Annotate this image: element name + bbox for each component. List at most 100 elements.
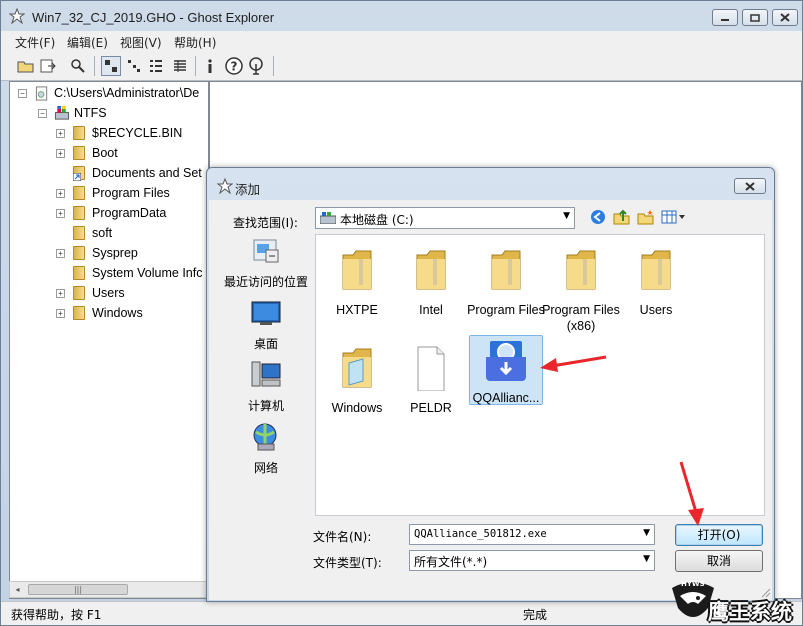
toolbar: ? (1, 51, 802, 81)
tree-root[interactable]: − C:\Users\Administrator\De (10, 84, 208, 104)
up-folder-button[interactable] (613, 208, 631, 226)
view-menu-button[interactable] (661, 208, 687, 226)
list-view-button[interactable] (147, 57, 165, 75)
small-icons-button[interactable] (125, 57, 143, 75)
tree-item[interactable]: + $RECYCLE.BIN (10, 124, 208, 144)
expand-toggle[interactable]: + (56, 309, 65, 318)
desktop-icon (251, 301, 281, 325)
recent-places-icon (253, 239, 279, 263)
tree-item[interactable]: + Users (10, 284, 208, 304)
folder-tree[interactable]: − C:\Users\Administrator\De − NTFS + $RE… (9, 81, 209, 599)
large-icons-button[interactable] (101, 56, 121, 76)
close-window-button[interactable] (772, 9, 798, 26)
add-dialog: 添加 查找范围(I): 本地磁盘 (C:) ▼ 最近访问的位置 桌面 计算机 网… (206, 167, 775, 602)
place-desktop[interactable]: 桌面 (218, 298, 314, 352)
menu-view[interactable]: 视图(V) (120, 34, 162, 51)
tree-item-label: Windows (92, 306, 143, 320)
extract-button[interactable] (39, 57, 57, 75)
tree-item[interactable]: soft (10, 224, 208, 244)
expand-toggle[interactable]: + (56, 289, 65, 298)
folder-icon (73, 266, 89, 281)
back-button[interactable] (589, 208, 607, 226)
tree-item-label: $RECYCLE.BIN (92, 126, 183, 140)
file-item[interactable]: HXTPE (318, 241, 396, 318)
scroll-thumb[interactable]: ||| (28, 584, 128, 595)
tree-root-label: C:\Users\Administrator\De (54, 86, 200, 100)
volume-icon (54, 106, 70, 120)
extract-icon (40, 59, 56, 73)
tree-item-label: Documents and Set (92, 166, 202, 180)
find-button[interactable] (69, 57, 87, 75)
tree-item-label: Program Files (92, 186, 170, 200)
image-file-icon (35, 86, 48, 101)
place-recent[interactable]: 最近访问的位置 (218, 236, 314, 290)
tree-item-label: soft (92, 226, 113, 240)
dialog-close-button[interactable] (734, 178, 766, 194)
computer-icon (251, 361, 281, 387)
place-label: 最近访问的位置 (223, 275, 308, 289)
collapse-toggle[interactable]: − (18, 89, 27, 98)
tree-item-label: Sysprep (92, 246, 138, 260)
details-view-button[interactable] (171, 57, 189, 75)
file-item[interactable]: Program Files (467, 241, 545, 318)
expand-toggle[interactable]: + (56, 249, 65, 258)
new-folder-button[interactable] (637, 208, 655, 226)
scroll-left-icon[interactable]: ◂ (12, 584, 23, 595)
file-item[interactable]: Windows (318, 339, 396, 416)
tree-item[interactable]: + Sysprep (10, 244, 208, 264)
tree-volume-label: NTFS (74, 106, 107, 120)
tree-item-label: Users (92, 286, 125, 300)
file-label: QQAllianc... (472, 391, 540, 405)
tree-volume[interactable]: − NTFS (10, 104, 208, 124)
menu-help[interactable]: 帮助(H) (174, 34, 216, 51)
details-view-icon (174, 60, 186, 72)
close-icon (780, 13, 790, 22)
folder-icon (73, 306, 89, 321)
file-label: Program Files (467, 303, 545, 317)
file-item[interactable]: Program Files (x86) (542, 241, 620, 334)
file-item[interactable]: Intel (392, 241, 470, 318)
context-help-button[interactable] (247, 57, 265, 75)
minimize-button[interactable] (712, 9, 738, 26)
chevron-down-icon[interactable]: ▼ (643, 528, 650, 538)
open-button[interactable] (17, 57, 35, 75)
place-label: 桌面 (253, 337, 278, 351)
expand-toggle[interactable]: + (56, 209, 65, 218)
place-computer[interactable]: 计算机 (218, 360, 314, 414)
folder-icon (566, 250, 596, 290)
file-item-selected[interactable]: QQAllianc... (469, 335, 543, 405)
collapse-toggle[interactable]: − (38, 109, 47, 118)
installer-icon (486, 341, 526, 381)
lookin-dropdown[interactable]: 本地磁盘 (C:) ▼ (315, 207, 575, 229)
expand-toggle[interactable]: + (56, 129, 65, 138)
menu-edit[interactable]: 编辑(E) (67, 34, 108, 51)
expand-toggle[interactable]: + (56, 189, 65, 198)
help-button[interactable]: ? (225, 57, 243, 75)
cancel-button[interactable]: 取消 (675, 550, 763, 572)
file-label: Intel (419, 303, 443, 317)
expand-toggle[interactable]: + (56, 149, 65, 158)
filetype-dropdown[interactable]: 所有文件(*.*) ▼ (409, 550, 655, 571)
menu-file[interactable]: 文件(F) (15, 34, 55, 51)
tree-item[interactable]: + Boot (10, 144, 208, 164)
properties-button[interactable] (201, 57, 219, 75)
tree-item[interactable]: + Windows (10, 304, 208, 324)
annotation-arrow-icon (540, 355, 607, 372)
place-network[interactable]: 网络 (218, 422, 314, 476)
chevron-down-icon: ▼ (563, 211, 570, 221)
tree-item[interactable]: Documents and Set (10, 164, 208, 184)
tree-item[interactable]: + ProgramData (10, 204, 208, 224)
windows-folder-icon (342, 348, 372, 388)
maximize-icon (750, 13, 760, 22)
tree-item[interactable]: + Program Files (10, 184, 208, 204)
maximize-button[interactable] (742, 9, 768, 26)
place-label: 网络 (253, 461, 278, 475)
tree-item[interactable]: System Volume Infc (10, 264, 208, 284)
tree-horizontal-scrollbar[interactable]: ◂ ||| (9, 581, 209, 598)
filename-input[interactable]: QQAlliance_501812.exe ▼ (409, 524, 655, 545)
file-item[interactable]: PELDR (392, 339, 470, 416)
filetype-label: 文件类型(T): (313, 556, 382, 570)
filename-label: 文件名(N): (313, 530, 372, 544)
search-icon (71, 59, 85, 73)
file-item[interactable]: Users (617, 241, 695, 318)
